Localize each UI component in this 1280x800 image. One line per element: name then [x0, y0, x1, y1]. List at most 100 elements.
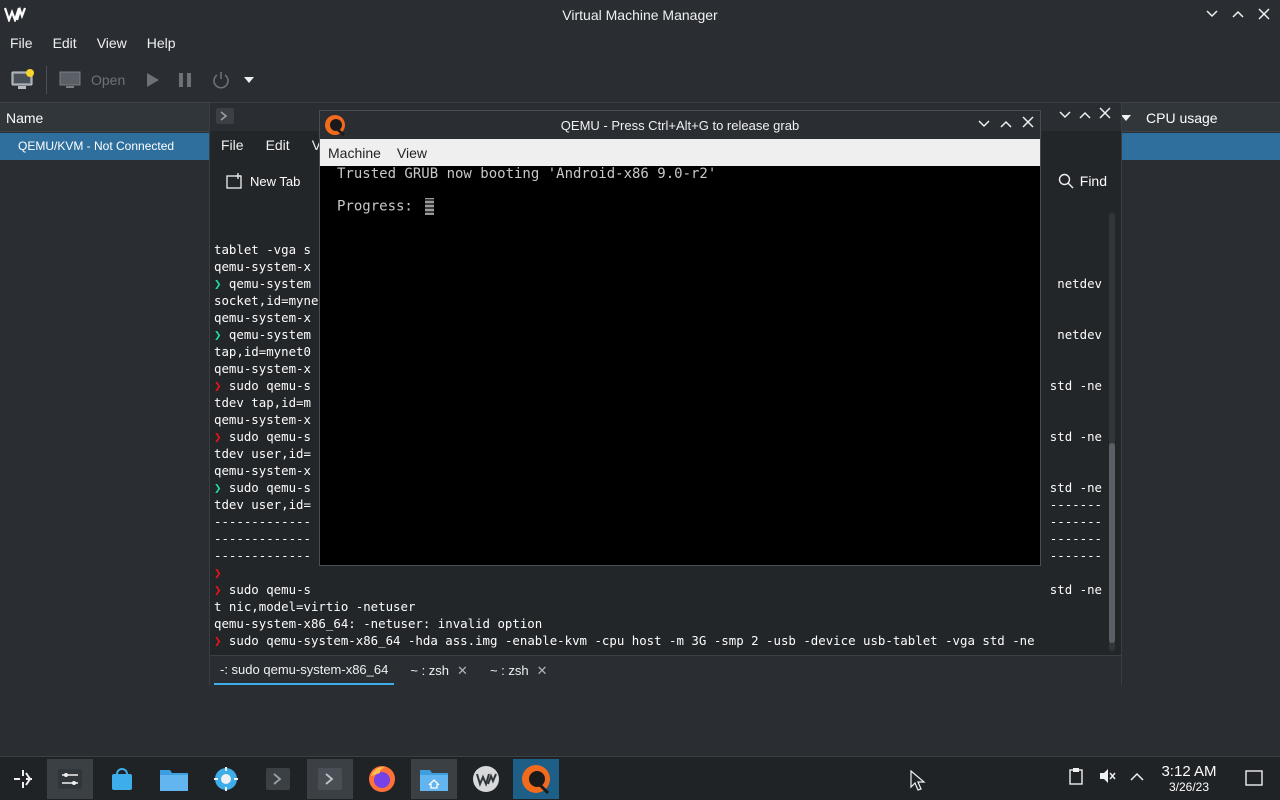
run-button[interactable] — [137, 64, 167, 96]
tab-zsh-2[interactable]: ~ : zsh ✕ — [484, 657, 554, 685]
volume-muted-icon[interactable] — [1098, 767, 1116, 788]
task-konsole-2[interactable] — [307, 759, 353, 799]
window-title: Virtual Machine Manager — [562, 6, 718, 23]
open-console-button[interactable] — [55, 64, 85, 96]
task-file-manager[interactable] — [411, 759, 457, 799]
minimize-icon[interactable] — [978, 116, 990, 131]
terminal-icon — [266, 768, 290, 790]
line-text: ------------- — [214, 548, 311, 563]
task-qemu[interactable] — [513, 759, 559, 799]
shutdown-menu-button[interactable] — [239, 64, 259, 96]
menu-edit[interactable]: Edit — [255, 133, 301, 159]
pause-icon — [179, 73, 192, 87]
line-text: qemu-system-x — [214, 412, 311, 427]
tab-zsh-1[interactable]: ~ : zsh ✕ — [404, 657, 474, 685]
line-text-right: std -ne — [1049, 378, 1102, 393]
qemu-logo-icon — [522, 765, 550, 795]
new-tab-button[interactable]: New Tab — [226, 173, 300, 189]
line-text-right: ------- — [1049, 514, 1102, 529]
tab-label: ~ : zsh — [489, 663, 529, 678]
close-icon[interactable] — [1256, 5, 1272, 23]
terminal-line: ❯ — [214, 564, 1102, 581]
line-text-right: std -ne — [1049, 480, 1102, 495]
task-dolphin[interactable] — [151, 759, 197, 799]
monitor-icon — [59, 71, 81, 88]
line-text: sudo qemu-s — [221, 480, 311, 495]
caret-down-icon[interactable] — [1121, 115, 1131, 121]
new-vm-button[interactable] — [8, 64, 38, 96]
vm-display[interactable]: Trusted GRUB now booting 'Android-x86 9.… — [320, 166, 1040, 565]
new-tab-label: New Tab — [250, 173, 301, 189]
globe-gear-icon — [214, 767, 238, 791]
vmm-menubar: File Edit View Help — [0, 31, 186, 57]
caret-down-icon — [244, 77, 255, 83]
shutdown-button[interactable] — [203, 64, 239, 96]
home-folder-icon — [420, 770, 448, 791]
vmm-toolbar: Open — [0, 62, 1280, 98]
minimize-icon[interactable] — [1059, 107, 1071, 122]
menu-help[interactable]: Help — [137, 31, 186, 57]
menu-view[interactable]: View — [389, 145, 435, 161]
line-text: qemu-system-x — [214, 259, 311, 274]
konsole-menubar: File Edit Vi — [210, 133, 335, 159]
pause-button[interactable] — [167, 64, 203, 96]
menu-file[interactable]: File — [0, 31, 43, 57]
new-vm-icon — [11, 69, 34, 89]
menu-machine[interactable]: Machine — [320, 145, 389, 161]
folder-icon — [160, 770, 188, 791]
line-text: tap,id=mynet0 — [214, 344, 311, 359]
find-button[interactable]: Find — [1058, 173, 1107, 189]
line-text-right: netdev — [1057, 327, 1102, 342]
new-tab-icon — [226, 173, 242, 189]
line-text: qemu-system-x — [214, 361, 311, 376]
line-text: tablet -vga s — [214, 242, 311, 257]
menu-edit[interactable]: Edit — [43, 31, 87, 57]
search-icon — [1058, 173, 1074, 189]
task-virt-manager[interactable] — [463, 759, 509, 799]
open-label[interactable]: Open — [91, 72, 125, 88]
clipboard-icon[interactable] — [1068, 767, 1084, 788]
tab-sudo-qemu[interactable]: -: sudo qemu-system-x86_64 — [214, 657, 395, 685]
maximize-icon[interactable] — [1079, 107, 1091, 122]
settings-sliders-icon — [58, 769, 82, 789]
maximize-icon[interactable] — [1000, 116, 1012, 131]
prompt-glyph: ❯ — [214, 565, 222, 580]
task-system-settings[interactable] — [203, 759, 249, 799]
vmm-titlebar[interactable]: Virtual Machine Manager — [0, 0, 1280, 29]
firefox-icon — [369, 766, 395, 792]
app-launcher-button[interactable] — [0, 759, 46, 799]
konsole-tabbar: -: sudo qemu-system-x86_64 ~ : zsh ✕ ~ :… — [210, 655, 1121, 685]
power-icon — [213, 72, 230, 89]
minimize-icon[interactable] — [1204, 5, 1220, 23]
line-text: ------------- — [214, 531, 311, 546]
close-icon[interactable] — [1022, 116, 1034, 131]
qemu-menubar: Machine View — [320, 139, 1040, 166]
task-konsole-1[interactable] — [255, 759, 301, 799]
line-text: tdev tap,id=m — [214, 395, 311, 410]
close-tab-icon[interactable]: ✕ — [537, 663, 548, 679]
task-discover[interactable] — [99, 759, 145, 799]
qemu-titlebar[interactable]: QEMU - Press Ctrl+Alt+G to release grab — [320, 111, 1040, 139]
tab-label: ~ : zsh — [410, 663, 450, 678]
close-icon[interactable] — [1099, 107, 1111, 122]
menu-view[interactable]: View — [87, 31, 137, 57]
tray-expand-icon[interactable] — [1130, 770, 1144, 785]
digital-clock[interactable]: 3:12 AM 3/26/23 — [1158, 763, 1220, 794]
line-text: t nic,model=virtio -net user — [214, 650, 423, 651]
terminal-line: ❯ sudo qemu-system-x86_64 -hda ass.img -… — [214, 632, 1102, 649]
show-desktop-icon[interactable] — [1245, 770, 1263, 789]
terminal-scrollbar[interactable] — [1109, 213, 1115, 651]
line-text: t nic,model=virtio -netuser — [214, 599, 416, 614]
scrollbar-thumb[interactable] — [1109, 443, 1115, 643]
line-text: qemu-system-x — [214, 310, 311, 325]
task-system-monitor[interactable] — [47, 759, 93, 799]
column-name[interactable]: Name — [6, 110, 43, 126]
task-firefox[interactable] — [359, 759, 405, 799]
grub-boot-line: Trusted GRUB now booting 'Android-x86 9.… — [337, 166, 717, 182]
menu-file[interactable]: File — [210, 133, 255, 159]
close-tab-icon[interactable]: ✕ — [457, 663, 468, 679]
steamos-launcher-icon — [14, 770, 32, 788]
find-label: Find — [1079, 173, 1107, 189]
maximize-icon[interactable] — [1230, 5, 1246, 23]
column-cpu-usage[interactable]: CPU usage — [1146, 110, 1218, 126]
